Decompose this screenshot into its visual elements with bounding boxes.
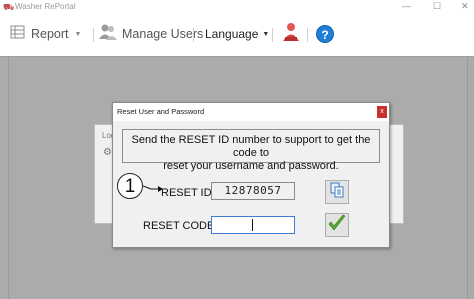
close-window-button[interactable]: ✕ xyxy=(461,0,469,13)
language-menu[interactable]: Language ▼ xyxy=(205,14,269,54)
toolbar-separator xyxy=(307,28,308,42)
user-button[interactable] xyxy=(282,14,300,54)
users-icon xyxy=(98,23,118,46)
report-icon xyxy=(10,24,26,45)
reset-code-label: RESET CODE xyxy=(143,220,215,232)
message-line-2: reset your username and password. xyxy=(163,160,339,172)
language-label: Language xyxy=(205,27,259,41)
gear-icon: ⚙ xyxy=(103,147,112,158)
user-icon xyxy=(282,22,300,47)
reset-id-label: RESET ID xyxy=(161,187,212,199)
confirm-button[interactable] xyxy=(325,213,349,237)
help-button[interactable]: ? xyxy=(316,14,334,54)
annotation-marker: 1 xyxy=(117,173,143,199)
manage-users-label: Manage Users xyxy=(122,27,204,41)
copy-button[interactable] xyxy=(325,180,349,204)
report-label: Report xyxy=(31,27,69,41)
help-icon: ? xyxy=(316,25,334,43)
window-title: Washer RePortal xyxy=(15,2,76,11)
dialog-titlebar: Reset User and Password x xyxy=(113,103,389,121)
copy-icon xyxy=(329,182,345,203)
check-icon xyxy=(327,213,347,238)
instruction-message: Send the RESET ID number to support to g… xyxy=(122,129,380,172)
toolbar-separator xyxy=(193,28,194,42)
text-caret xyxy=(252,219,253,231)
toolbar-separator xyxy=(272,28,273,42)
minimize-button[interactable]: — xyxy=(402,0,411,13)
reset-id-field: 12878057 xyxy=(211,182,295,200)
manage-users-button[interactable]: Manage Users xyxy=(98,14,203,54)
chevron-down-icon: ▼ xyxy=(262,30,270,38)
app-icon: ⛟ xyxy=(3,2,15,12)
window-titlebar: ⛟ Washer RePortal — ☐ ✕ xyxy=(0,0,474,14)
dialog-title: Reset User and Password xyxy=(117,107,205,116)
chevron-down-icon: ▼ xyxy=(74,30,82,38)
reset-code-input[interactable] xyxy=(211,216,295,234)
toolbar-separator xyxy=(93,28,94,42)
report-menu[interactable]: Report ▼ xyxy=(10,14,81,54)
maximize-button[interactable]: ☐ xyxy=(433,0,441,13)
reset-password-dialog: Reset User and Password x Send the RESET… xyxy=(112,102,390,248)
dialog-close-button[interactable]: x xyxy=(377,106,387,118)
toolbar: Report ▼ Manage Users Language ▼ ? xyxy=(0,14,474,57)
message-line-1: Send the RESET ID number to support to g… xyxy=(131,134,371,159)
